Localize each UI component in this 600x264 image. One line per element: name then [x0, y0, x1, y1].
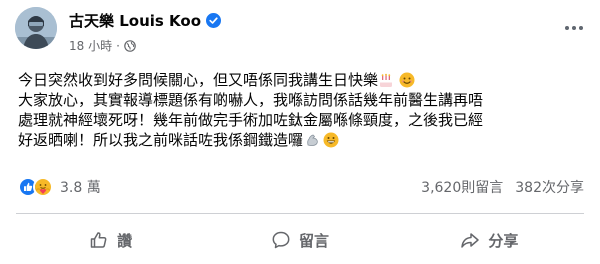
- comment-icon: [272, 231, 290, 249]
- comment-button[interactable]: 留言: [205, 222, 394, 258]
- post-author[interactable]: 古天樂 Louis Koo: [69, 10, 222, 31]
- thumbs-up-icon: [90, 232, 107, 248]
- divider: [16, 213, 584, 214]
- smiling-face-emoji: [399, 72, 415, 88]
- like-button[interactable]: 讚: [16, 222, 205, 258]
- share-icon: [461, 233, 480, 248]
- share-button[interactable]: 分享: [395, 222, 584, 258]
- post-line: 大家放心，其實報導標題係有啲嚇人，我喺訪問係話幾年前醫生講再唔: [18, 91, 484, 109]
- more-options-icon[interactable]: [560, 18, 588, 38]
- author-name[interactable]: 古天樂 Louis Koo: [69, 10, 201, 31]
- avatar[interactable]: [15, 7, 57, 49]
- reaction-count[interactable]: 3.8 萬: [60, 177, 101, 197]
- globe-icon[interactable]: [124, 39, 136, 52]
- engagement-counts: 3,620則留言 382次分享: [421, 177, 584, 197]
- post-stats: 3.8 萬 3,620則留言 382次分享: [18, 176, 584, 198]
- dot: [565, 26, 569, 30]
- birthday-cake-emoji: [378, 72, 394, 88]
- post-time[interactable]: 18 小時: [69, 37, 112, 54]
- flexed-biceps-emoji: [305, 132, 321, 148]
- post-line: 好返晒喇！所以我之前咪話咗我係鋼鐵造囉: [18, 130, 584, 150]
- action-bar: 讚 留言 分享: [16, 220, 584, 260]
- post-line: 今日突然收到好多問候關心，但又唔係同我講生日快樂: [18, 70, 584, 90]
- meta-separator: ·: [116, 38, 120, 53]
- like-label: 讚: [117, 231, 133, 250]
- share-label: 分享: [488, 231, 519, 250]
- post-body: 今日突然收到好多問候關心，但又唔係同我講生日快樂 大家放心，其實報導標題係有啲嚇…: [18, 70, 584, 150]
- share-count[interactable]: 382次分享: [515, 177, 584, 197]
- care-reaction-icon: [33, 177, 53, 197]
- dot: [579, 26, 583, 30]
- comment-count[interactable]: 3,620則留言: [421, 177, 503, 197]
- comment-label: 留言: [298, 231, 329, 250]
- dot: [572, 26, 576, 30]
- post-meta: 18 小時 ·: [69, 37, 136, 54]
- post-line: 處理就神經壞死呀！幾年前做完手術加咗鈦金屬喺條頸度，之後我已經: [18, 111, 484, 129]
- reaction-summary[interactable]: 3.8 萬: [18, 177, 101, 197]
- verified-badge-icon: [206, 13, 222, 28]
- grinning-face-emoji: [323, 132, 339, 148]
